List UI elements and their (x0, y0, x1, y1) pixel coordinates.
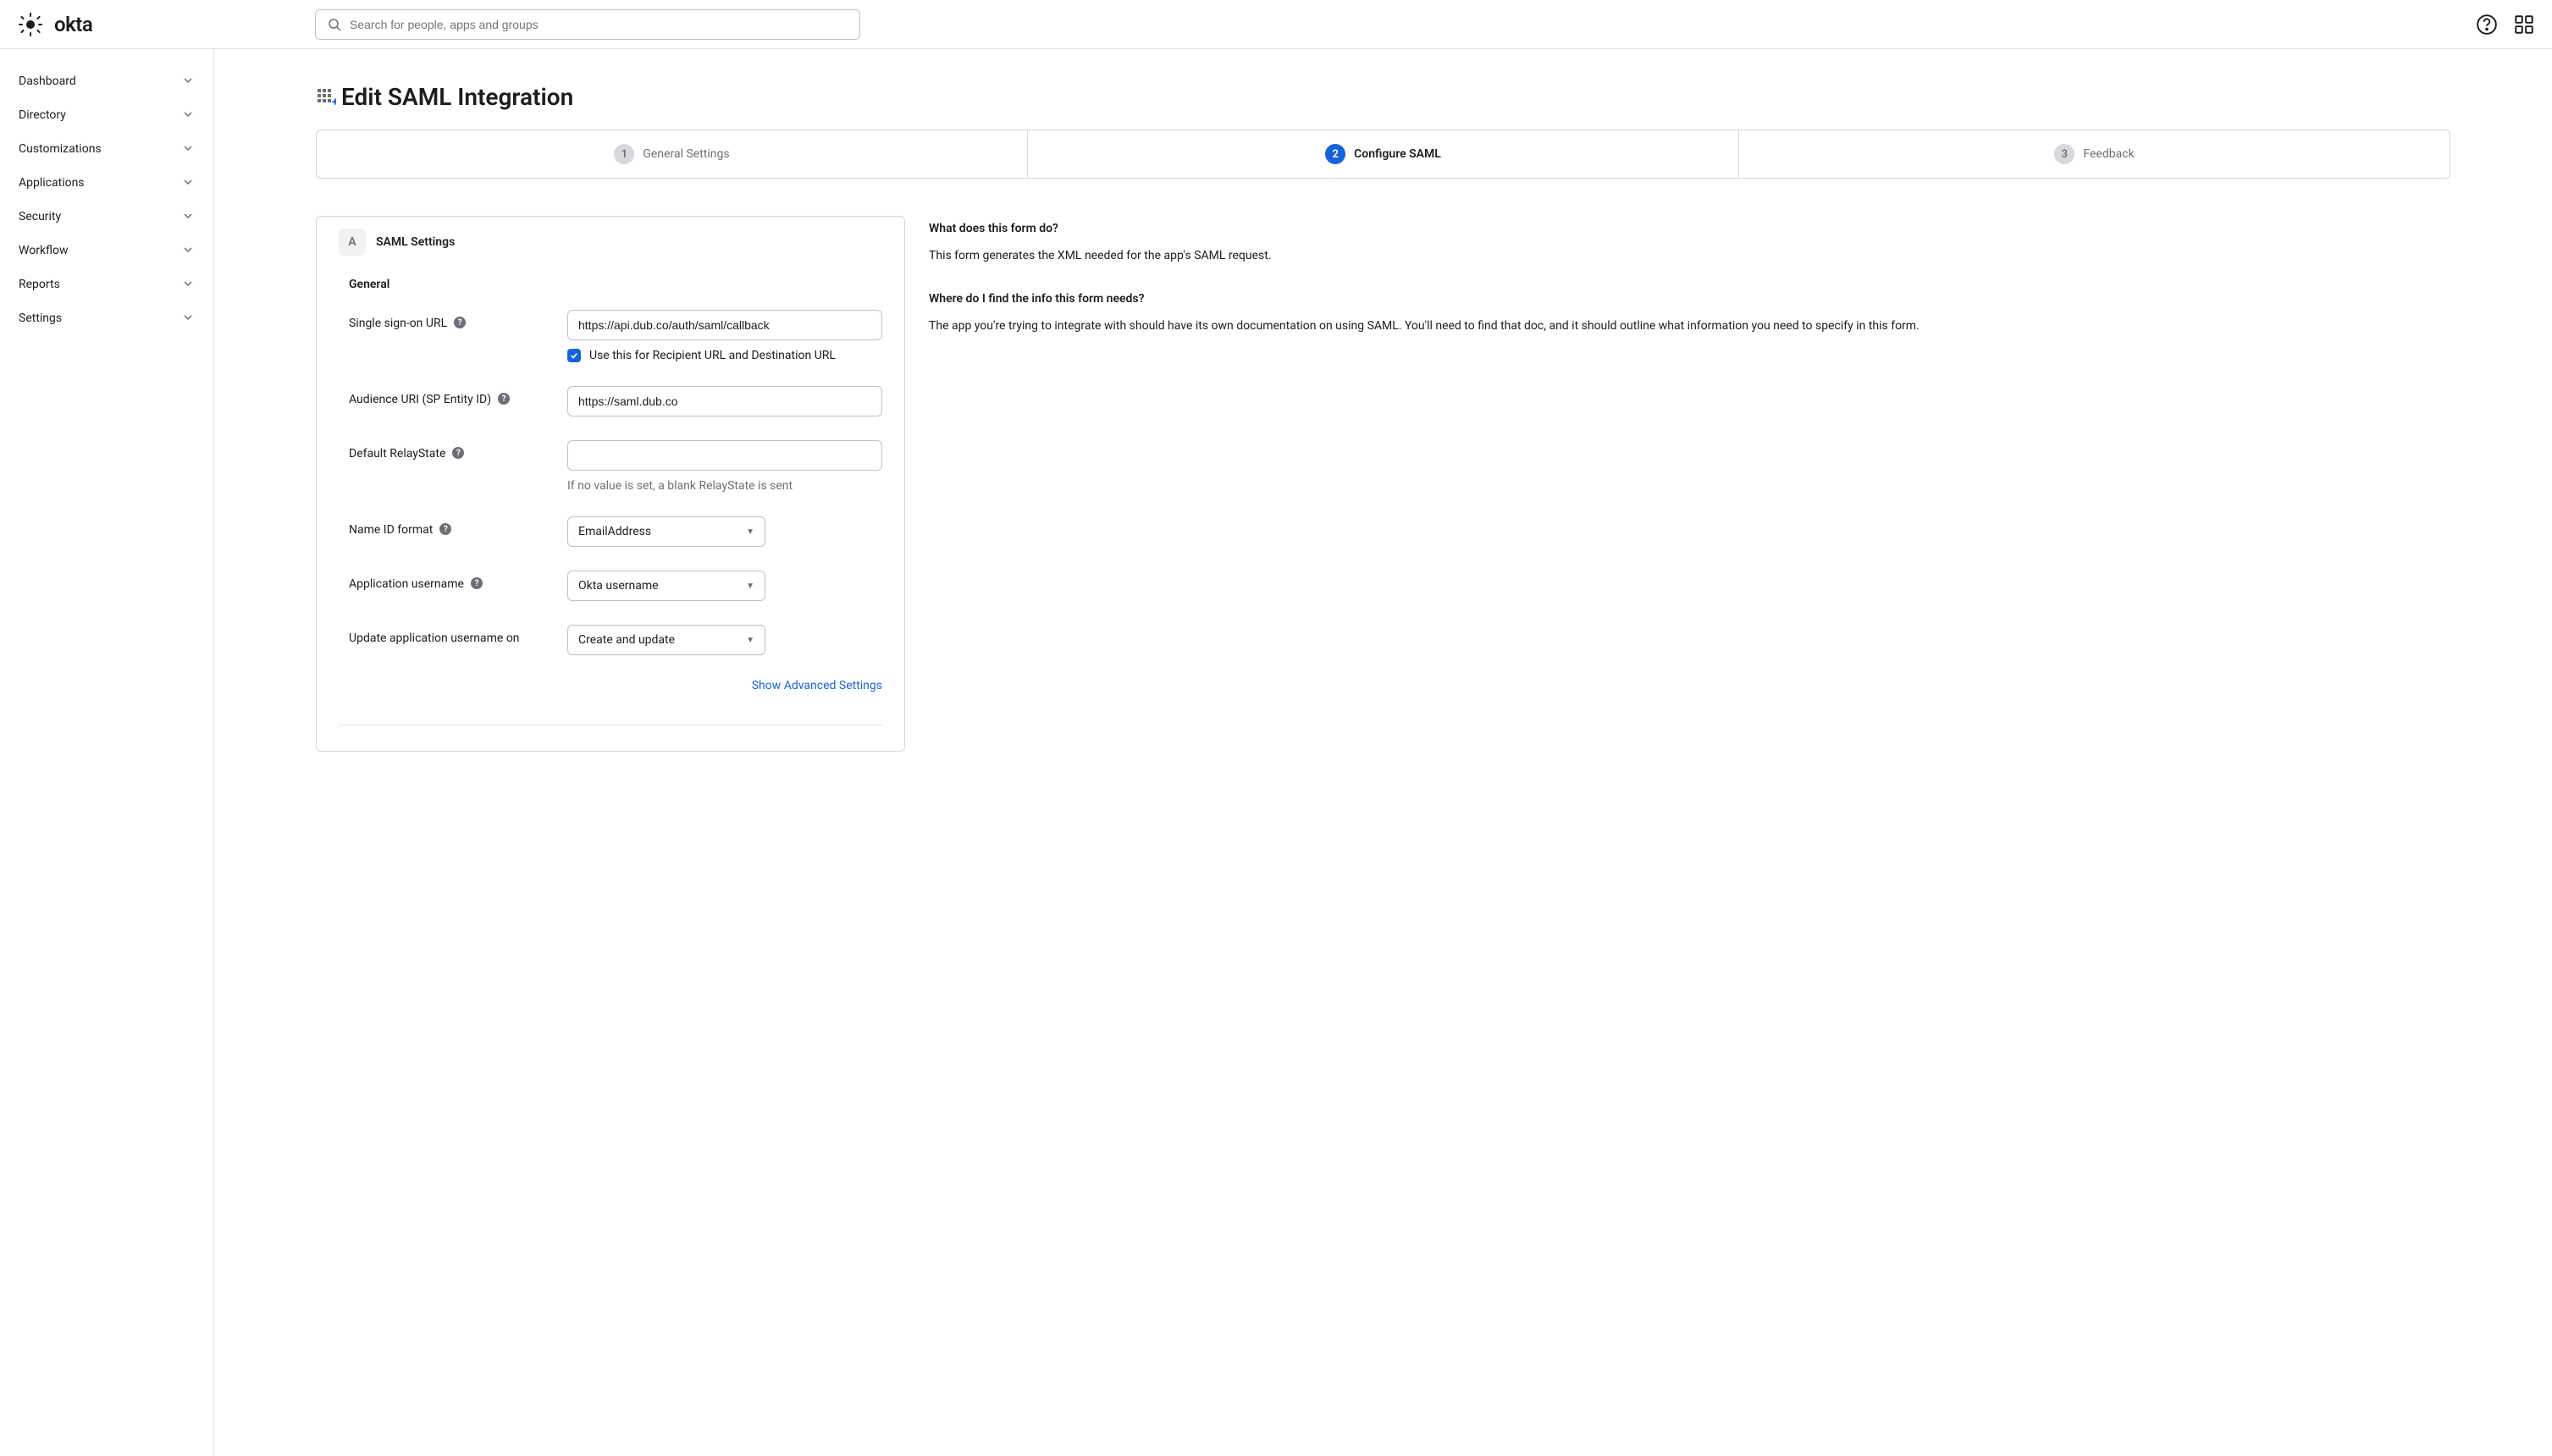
search-icon (328, 18, 341, 31)
sidebar-item-reports[interactable]: Reports (0, 267, 213, 301)
card-title: SAML Settings (376, 235, 455, 249)
sidebar-item-dashboard[interactable]: Dashboard (0, 64, 213, 98)
caret-down-icon: ▼ (746, 582, 754, 591)
nameid-format-label: Name ID format (349, 523, 433, 537)
logo-text: okta (54, 13, 92, 36)
sidebar-item-label: Reports (19, 278, 60, 291)
sidebar-item-customizations[interactable]: Customizations (0, 132, 213, 166)
logo[interactable]: okta (17, 11, 213, 38)
step-number: 2 (1325, 144, 1345, 164)
step-feedback[interactable]: 3 Feedback (1739, 130, 2450, 178)
section-heading: General (339, 278, 882, 291)
select-value: Okta username (578, 579, 659, 593)
sidebar-item-directory[interactable]: Directory (0, 98, 213, 132)
search-box[interactable] (315, 9, 860, 40)
audience-uri-input[interactable] (567, 386, 882, 416)
help-panel: What does this form do? This form genera… (929, 216, 2450, 752)
chevron-down-icon (183, 312, 195, 324)
app-grid-icon: + (316, 87, 336, 108)
sidebar-item-label: Settings (19, 312, 62, 325)
relaystate-input[interactable] (567, 440, 882, 471)
sidebar: Dashboard Directory Customizations Appli… (0, 49, 214, 1456)
sidebar-item-workflow[interactable]: Workflow (0, 234, 213, 267)
sidebar-item-label: Customizations (19, 142, 102, 156)
caret-down-icon: ▼ (746, 636, 754, 645)
stepper: 1 General Settings 2 Configure SAML 3 Fe… (316, 130, 2450, 179)
step-label: Feedback (2083, 147, 2134, 161)
svg-text:+: + (332, 96, 336, 108)
help-icon[interactable] (2476, 14, 2498, 36)
chevron-down-icon (183, 279, 195, 290)
app-username-label: Application username (349, 577, 464, 591)
select-value: Create and update (578, 633, 675, 647)
caret-down-icon: ▼ (746, 527, 754, 537)
sidebar-item-label: Applications (19, 176, 85, 190)
step-number: 1 (614, 144, 634, 164)
card-badge: A (339, 229, 366, 256)
step-configure-saml[interactable]: 2 Configure SAML (1028, 130, 1739, 178)
sidebar-item-security[interactable]: Security (0, 200, 213, 234)
help-tooltip-icon[interactable]: ? (498, 393, 510, 405)
chevron-down-icon (183, 143, 195, 155)
help-tooltip-icon[interactable]: ? (452, 447, 464, 459)
relaystate-hint: If no value is set, a blank RelayState i… (567, 479, 882, 493)
sidebar-item-label: Security (19, 210, 61, 223)
chevron-down-icon (183, 177, 195, 189)
step-label: Configure SAML (1354, 147, 1441, 161)
sso-url-label: Single sign-on URL (349, 317, 447, 330)
page-title: Edit SAML Integration (341, 83, 573, 111)
help-tooltip-icon[interactable]: ? (454, 317, 466, 328)
chevron-down-icon (183, 75, 195, 87)
saml-settings-card: A SAML Settings General Single sign-on U… (316, 216, 905, 752)
sso-url-input[interactable] (567, 310, 882, 340)
sidebar-item-label: Directory (19, 108, 66, 122)
sidebar-item-label: Dashboard (19, 74, 76, 88)
topbar: okta (0, 0, 2552, 49)
apps-grid-icon[interactable] (2513, 14, 2535, 36)
help-question-2: Where do I find the info this form needs… (929, 290, 2450, 308)
chevron-down-icon (183, 109, 195, 121)
help-answer-1: This form generates the XML needed for t… (929, 246, 2450, 265)
step-general-settings[interactable]: 1 General Settings (317, 130, 1028, 178)
chevron-down-icon (183, 245, 195, 256)
help-answer-2: The app you're trying to integrate with … (929, 317, 2450, 335)
search-input[interactable] (350, 18, 848, 31)
okta-sun-icon (17, 11, 44, 38)
help-tooltip-icon[interactable]: ? (471, 577, 483, 589)
select-value: EmailAddress (578, 525, 651, 538)
chevron-down-icon (183, 211, 195, 223)
sidebar-item-settings[interactable]: Settings (0, 301, 213, 335)
step-number: 3 (2054, 144, 2074, 164)
update-username-on-label: Update application username on (349, 631, 520, 645)
show-advanced-settings-link[interactable]: Show Advanced Settings (752, 679, 882, 692)
sidebar-item-label: Workflow (19, 244, 69, 257)
help-tooltip-icon[interactable]: ? (439, 523, 451, 535)
help-question-1: What does this form do? (929, 219, 2450, 238)
audience-uri-label: Audience URI (SP Entity ID) (349, 393, 491, 406)
step-label: General Settings (643, 147, 729, 161)
nameid-format-select[interactable]: EmailAddress ▼ (567, 516, 765, 547)
use-recipient-checkbox[interactable] (567, 349, 581, 362)
app-username-select[interactable]: Okta username ▼ (567, 571, 765, 601)
sidebar-item-applications[interactable]: Applications (0, 166, 213, 200)
relaystate-label: Default RelayState (349, 447, 445, 461)
checkbox-label: Use this for Recipient URL and Destinati… (589, 349, 836, 362)
update-username-on-select[interactable]: Create and update ▼ (567, 625, 765, 655)
